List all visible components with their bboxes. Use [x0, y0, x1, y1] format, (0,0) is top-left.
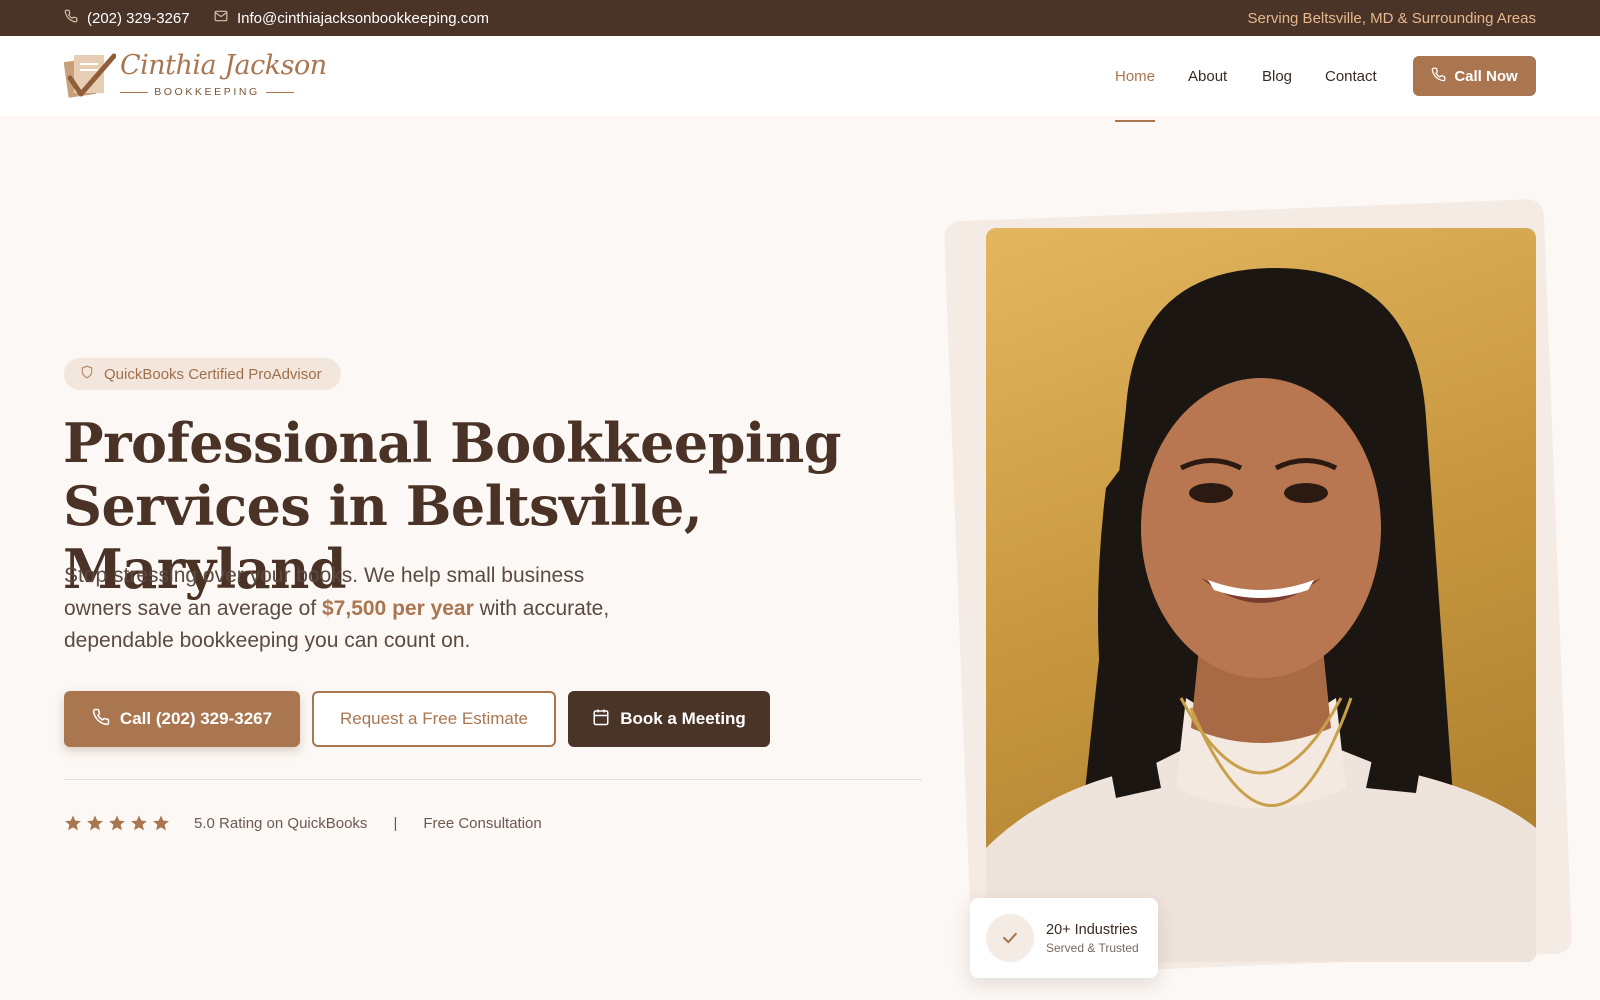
logo-subtitle-text: BOOKKEEPING	[154, 86, 260, 98]
star-icon	[109, 815, 125, 831]
mail-icon	[214, 9, 228, 27]
topbar-email-link[interactable]: Info@cinthiajacksonbookkeeping.com	[214, 0, 489, 36]
nav-about-label[interactable]: About	[1188, 68, 1227, 85]
logo-rule-left	[120, 91, 149, 93]
industries-card-title: 20+ Industries	[1046, 922, 1138, 938]
hero-portrait-photo	[986, 228, 1536, 962]
star-icon	[65, 815, 81, 831]
nav-item-blog[interactable]: Blog	[1262, 36, 1292, 116]
service-area-text: Serving Beltsville, MD & Surrounding Are…	[1247, 9, 1536, 27]
portrait-illustration	[986, 268, 1536, 962]
check-icon	[1003, 932, 1017, 944]
call-phone-button[interactable]: Call (202) 329-3267	[64, 691, 300, 747]
free-consultation-text: Free Consultation	[423, 814, 542, 832]
logo-mark-icon	[64, 53, 116, 98]
call-now-label: Call Now	[1454, 67, 1518, 85]
lead-highlight: $7,500 per year	[322, 596, 474, 620]
top-info-bar: (202) 329-3267 Info@cinthiajacksonbookke…	[0, 0, 1600, 36]
logo-name: Cinthia Jackson	[120, 50, 327, 81]
site-logo[interactable]: Cinthia Jackson BOOKKEEPING	[64, 50, 327, 102]
industries-card-subtitle: Served & Trusted	[1046, 941, 1139, 955]
estimate-button-label: Request a Free Estimate	[339, 709, 529, 728]
book-meeting-button[interactable]: Book a Meeting	[568, 691, 770, 747]
phone-icon	[92, 708, 110, 731]
phone-icon	[64, 9, 78, 27]
star-icon	[87, 815, 103, 831]
free-estimate-button[interactable]: Request a Free Estimate	[312, 691, 556, 747]
star-icon	[153, 815, 169, 831]
topbar-phone-text: (202) 329-3267	[87, 9, 190, 27]
logo-subtitle: BOOKKEEPING	[120, 86, 294, 98]
headline-line-1: Professional Bookkeeping	[63, 411, 842, 475]
rating-text: 5.0 Rating on QuickBooks	[194, 814, 368, 832]
check-circle	[986, 914, 1034, 962]
meeting-button-label: Book a Meeting	[620, 709, 746, 728]
rating-separator: |	[393, 814, 398, 832]
nav-home-label[interactable]: Home	[1115, 68, 1155, 85]
industries-card: 20+ Industries Served & Trusted	[970, 898, 1158, 978]
hero-lead-paragraph: Stop stressing over your books. We help …	[64, 560, 634, 658]
logo-rule-right	[265, 91, 294, 93]
topbar-email-text: Info@cinthiajacksonbookkeeping.com	[237, 9, 490, 27]
call-now-button[interactable]: Call Now	[1413, 56, 1536, 96]
topbar-phone-link[interactable]: (202) 329-3267	[64, 0, 190, 36]
nav-item-contact[interactable]: Contact	[1325, 36, 1377, 116]
calendar-icon	[592, 708, 610, 731]
nav-contact-label[interactable]: Contact	[1325, 68, 1377, 85]
badge-text: QuickBooks Certified ProAdvisor	[104, 365, 322, 383]
site-header: Cinthia Jackson BOOKKEEPING Home About B…	[0, 36, 1600, 122]
call-button-label: Call (202) 329-3267	[119, 709, 273, 728]
star-icon	[131, 815, 147, 831]
hero-divider	[64, 779, 922, 780]
nav-blog-label[interactable]: Blog	[1262, 68, 1292, 85]
rating-row: 5.0 Rating on QuickBooks | Free Consulta…	[64, 810, 542, 836]
phone-icon	[1431, 67, 1446, 86]
proadvisor-badge: QuickBooks Certified ProAdvisor	[64, 358, 341, 390]
nav-item-about[interactable]: About	[1188, 36, 1227, 116]
shield-icon	[80, 365, 94, 383]
nav-item-home[interactable]: Home	[1115, 36, 1156, 122]
rating-stars	[64, 814, 170, 832]
